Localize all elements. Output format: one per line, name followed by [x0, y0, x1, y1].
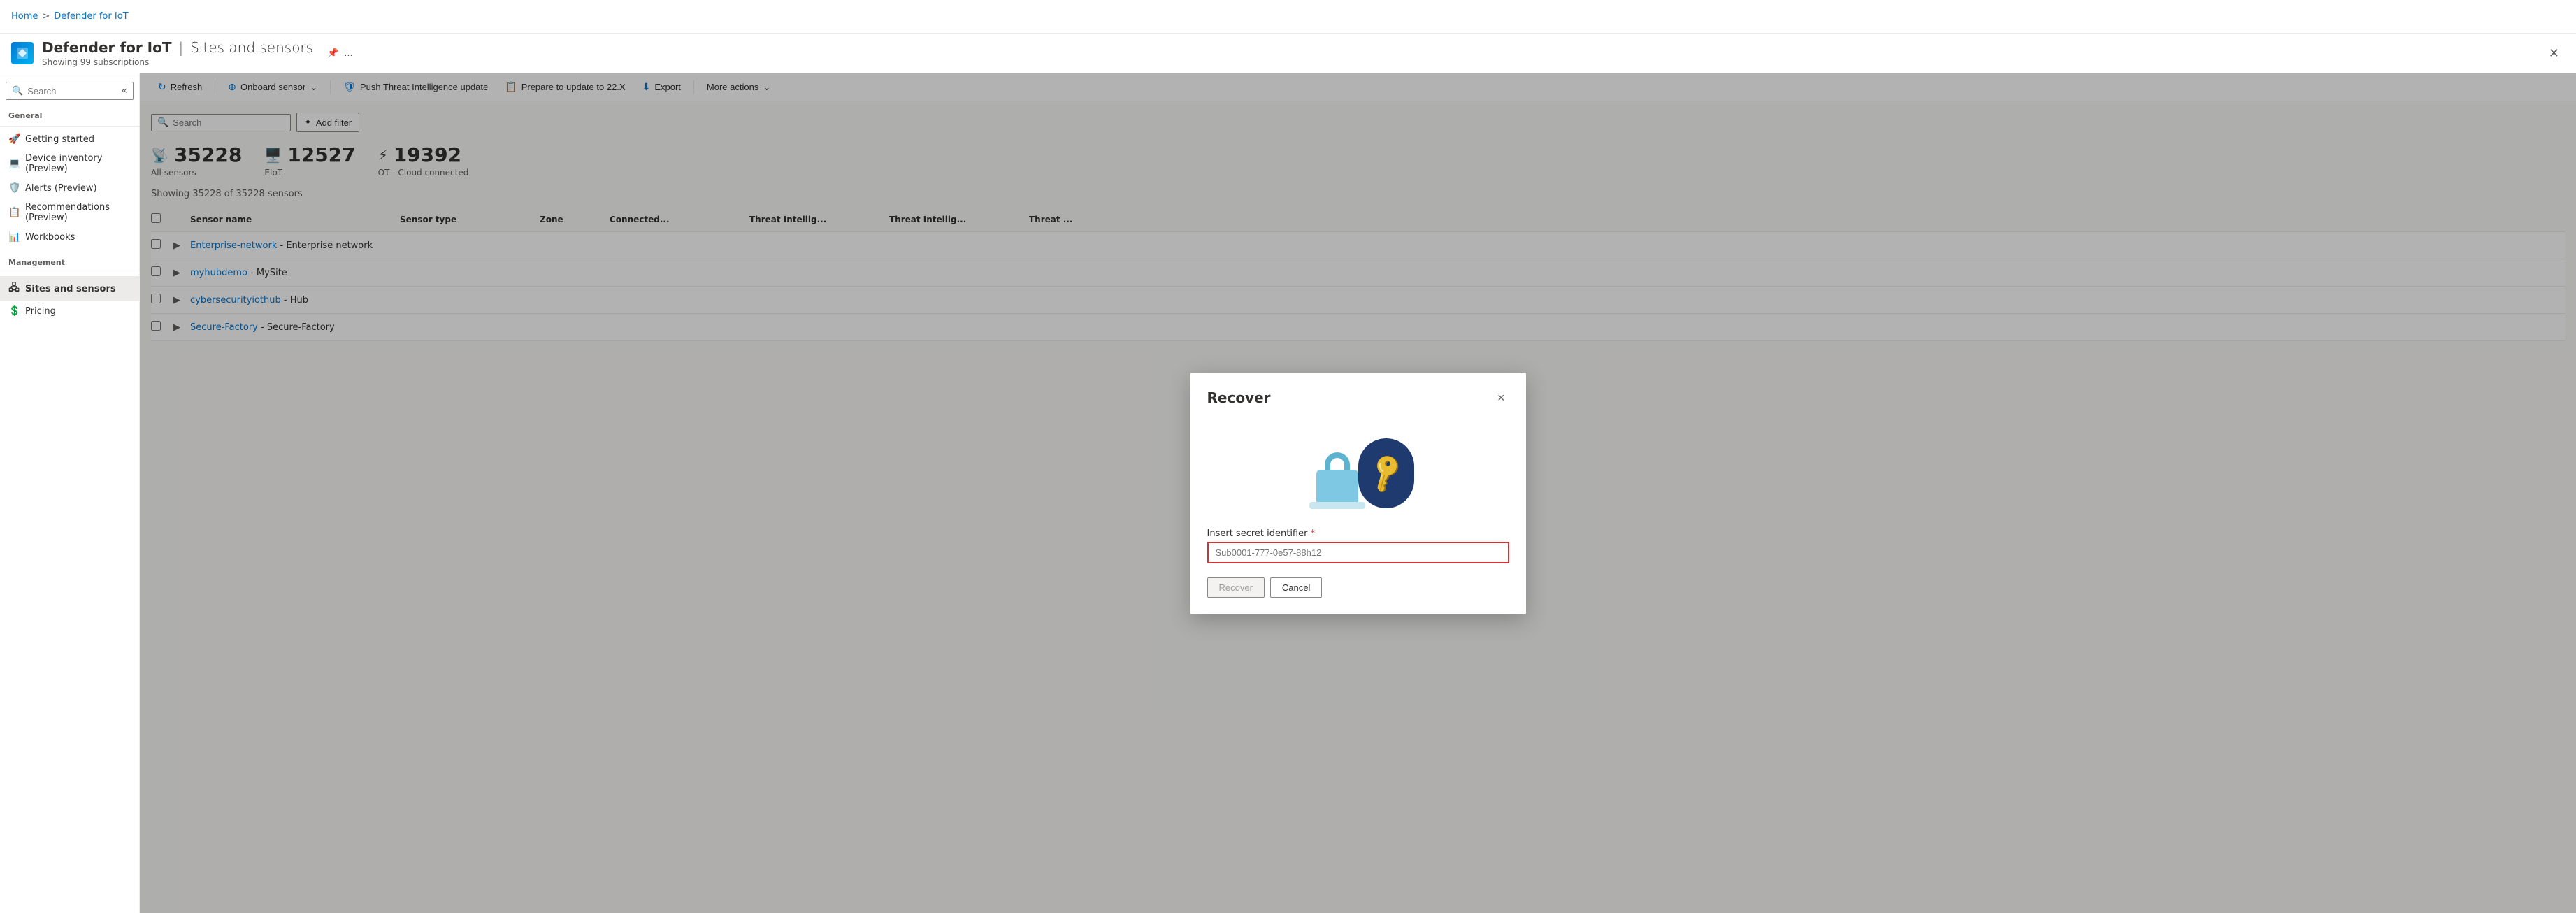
required-star: * [1310, 529, 1315, 539]
lock-body [1316, 470, 1358, 505]
sidebar-item-label-pricing: Pricing [25, 306, 56, 317]
secret-identifier-input[interactable] [1207, 542, 1509, 563]
recommendations-icon: 📋 [8, 207, 20, 218]
section-general: General [0, 106, 139, 123]
modal-header: Recover × [1207, 389, 1509, 407]
key-icon: 🔑 [1362, 450, 1409, 496]
sidebar-item-label-recommendations: Recommendations (Preview) [25, 202, 131, 223]
workbooks-icon: 📊 [8, 231, 20, 243]
illustration-container: 🔑 [1288, 421, 1428, 512]
sidebar-item-label-workbooks: Workbooks [25, 232, 75, 243]
title-group: Defender for IoT | Sites and sensors Sho… [42, 39, 313, 67]
breadcrumb-home[interactable]: Home [11, 11, 38, 22]
pin-icon[interactable]: 📌 [327, 48, 338, 59]
key-oval: 🔑 [1358, 438, 1414, 508]
breadcrumb-current[interactable]: Defender for IoT [54, 11, 128, 22]
cancel-button[interactable]: Cancel [1270, 577, 1322, 598]
pricing-icon: 💲 [8, 305, 20, 317]
sidebar-collapse-icon[interactable]: « [121, 85, 127, 96]
sidebar-search-box[interactable]: 🔍 « [6, 82, 134, 100]
sidebar-item-label-device-inventory: Device inventory (Preview) [25, 153, 131, 174]
title-actions[interactable]: 📌 ... [327, 48, 353, 59]
sidebar-item-label-sites-sensors: Sites and sensors [25, 284, 116, 294]
modal-actions: Recover Cancel [1207, 577, 1509, 598]
sidebar-item-pricing[interactable]: 💲 Pricing [0, 301, 139, 321]
modal-close-button[interactable]: × [1493, 389, 1509, 407]
breadcrumb-separator: > [42, 11, 50, 22]
app-title: Defender for IoT [42, 39, 171, 56]
section-management: Management [0, 252, 139, 270]
form-field-group: Insert secret identifier * [1207, 529, 1509, 563]
recover-modal: Recover × 🔑 [1190, 373, 1526, 614]
main-content: ↻ Refresh ⊕ Onboard sensor ⌄ 🛡 Push Thre… [140, 73, 2576, 913]
lock-platform [1309, 502, 1365, 509]
title-divider: | [178, 39, 183, 56]
main-layout: 🔍 « General 🚀 Getting started 💻 Device i… [0, 73, 2576, 913]
app-subtitle: Sites and sensors [190, 39, 313, 56]
sidebar-item-label-alerts: Alerts (Preview) [25, 183, 97, 194]
sidebar-item-getting-started[interactable]: 🚀 Getting started [0, 129, 139, 149]
sidebar-item-device-inventory[interactable]: 💻 Device inventory (Preview) [0, 149, 139, 178]
modal-title: Recover [1207, 389, 1271, 406]
field-label: Insert secret identifier * [1207, 529, 1509, 539]
app-title-bar: Defender for IoT | Sites and sensors Sho… [0, 34, 2576, 73]
modal-illustration: 🔑 [1207, 421, 1509, 512]
sidebar-item-sites-sensors[interactable]: 🖧 Sites and sensors [0, 276, 139, 301]
alerts-icon: 🛡️ [8, 182, 20, 194]
more-icon[interactable]: ... [344, 48, 352, 59]
app-icon [11, 42, 34, 64]
sidebar-item-recommendations[interactable]: 📋 Recommendations (Preview) [0, 198, 139, 227]
modal-overlay: Recover × 🔑 [140, 73, 2576, 913]
device-inventory-icon: 💻 [8, 158, 20, 169]
sidebar-item-alerts[interactable]: 🛡️ Alerts (Preview) [0, 178, 139, 198]
sidebar-search-icon: 🔍 [12, 86, 23, 96]
sites-sensors-icon: 🖧 [8, 280, 20, 297]
sidebar-search-input[interactable] [27, 86, 117, 96]
getting-started-icon: 🚀 [8, 134, 20, 145]
sidebar: 🔍 « General 🚀 Getting started 💻 Device i… [0, 73, 140, 913]
subscription-count: Showing 99 subscriptions [42, 57, 313, 67]
sidebar-item-workbooks[interactable]: 📊 Workbooks [0, 227, 139, 247]
recover-button[interactable]: Recover [1207, 577, 1265, 598]
breadcrumb-bar: Home > Defender for IoT [0, 0, 2576, 34]
sidebar-item-label-getting-started: Getting started [25, 134, 94, 145]
close-button[interactable]: ✕ [2543, 43, 2565, 64]
